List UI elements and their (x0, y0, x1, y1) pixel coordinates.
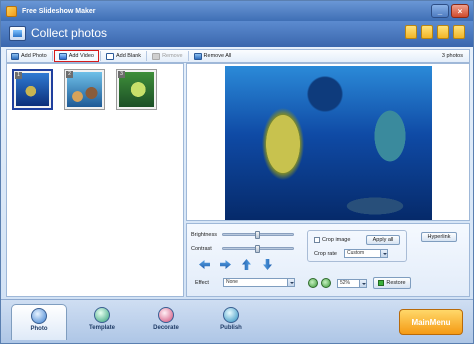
preview-panel (186, 63, 470, 221)
crop-group: Crop image Apply all Crop rate Custom (307, 230, 407, 262)
minimize-button[interactable]: _ (431, 4, 449, 18)
app-logo-icon (6, 5, 17, 17)
header-tools (405, 25, 465, 39)
restore-button[interactable]: Restore (373, 277, 411, 289)
toolbar-separator (187, 51, 189, 61)
bottom-nav: Photo Template Decorate Publish MainMenu (1, 299, 473, 343)
title-bar: Free Slideshow Maker _ × (1, 1, 473, 21)
zoom-value: 52% (340, 280, 351, 286)
nav-template-label: Template (89, 325, 115, 331)
chevron-down-icon (359, 280, 366, 287)
toolbar-separator (146, 51, 148, 61)
transform-buttons (199, 260, 273, 269)
page-title: Collect photos (31, 26, 108, 40)
add-video-icon (58, 52, 67, 60)
thumbnail-1[interactable]: 1 (12, 69, 53, 110)
add-video-label: Add Video (68, 53, 94, 59)
main-menu-label: MainMenu (411, 317, 451, 327)
rotate-right-icon[interactable] (220, 260, 231, 269)
restore-label: Restore (386, 280, 406, 286)
main-menu-button[interactable]: MainMenu (399, 309, 463, 335)
brightness-knob[interactable] (255, 231, 260, 239)
remove-label: Remove (162, 53, 183, 59)
flip-vertical-icon[interactable] (242, 259, 251, 270)
restore-icon (378, 280, 385, 286)
contrast-slider[interactable] (222, 245, 294, 253)
photo-icon (31, 308, 47, 324)
nav-publish[interactable]: Publish (203, 304, 259, 340)
crop-image-checkbox[interactable] (314, 237, 320, 243)
preview-image (225, 66, 432, 220)
nav-photo[interactable]: Photo (11, 304, 67, 340)
effect-value: None (226, 279, 238, 285)
zoom-select[interactable]: 52% (337, 279, 367, 288)
nav-decorate[interactable]: Decorate (138, 304, 194, 340)
add-blank-icon (105, 52, 114, 60)
thumbnail-3[interactable]: 3 (116, 69, 157, 110)
hyperlink-label: Hyperlink (427, 234, 451, 240)
apply-all-button[interactable]: Apply all (366, 235, 400, 245)
brightness-label: Brightness (191, 232, 217, 238)
crop-rate-label: Crop rate (314, 251, 337, 257)
help-icon[interactable] (437, 25, 449, 39)
photo-count: 3 photos (441, 53, 463, 59)
page-header: Collect photos (1, 21, 473, 47)
apply-all-label: Apply all (372, 237, 394, 243)
rotate-left-icon[interactable] (199, 260, 210, 269)
nav-photo-label: Photo (30, 326, 48, 332)
window-controls: _ × (431, 4, 469, 18)
publish-icon (223, 307, 239, 323)
crop-image-label: Crop image (322, 237, 351, 243)
add-blank-button[interactable]: Add Blank (102, 50, 145, 62)
thumbnail-number: 2 (66, 71, 73, 78)
toolbar-separator (51, 51, 53, 61)
nav-publish-label: Publish (220, 325, 242, 331)
brightness-slider[interactable] (222, 231, 294, 239)
hyperlink-button[interactable]: Hyperlink (421, 232, 457, 242)
crop-rate-value: Custom (347, 250, 365, 256)
add-photo-button[interactable]: Add Photo (7, 50, 51, 62)
folder-icon[interactable] (405, 25, 417, 39)
zoom-out-icon[interactable] (321, 278, 331, 288)
info-icon[interactable] (453, 25, 465, 39)
chevron-down-icon (380, 250, 387, 257)
remove-all-button[interactable]: Remove All (190, 50, 236, 62)
contrast-label: Contrast (191, 246, 212, 252)
thumbnail-number: 3 (118, 71, 125, 78)
thumbnail-2[interactable]: 2 (64, 69, 105, 110)
template-icon (94, 307, 110, 323)
flip-horizontal-icon[interactable] (263, 259, 272, 270)
thumbnail-panel: 1 2 3 (6, 63, 184, 297)
adjustment-panel: Brightness Contrast Effect None Crop ima… (186, 223, 470, 297)
close-button[interactable]: × (451, 4, 469, 18)
add-video-button[interactable]: Add Video (53, 50, 99, 62)
decorate-icon (158, 307, 174, 323)
crop-rate-select[interactable]: Custom (344, 249, 388, 258)
window-title: Free Slideshow Maker (22, 7, 96, 15)
chevron-down-icon (287, 279, 294, 286)
remove-all-icon (193, 52, 202, 60)
add-photo-icon (11, 52, 19, 60)
nav-decorate-label: Decorate (153, 325, 179, 331)
effect-select[interactable]: None (223, 278, 295, 287)
thumbnail-number: 1 (15, 72, 22, 79)
contrast-knob[interactable] (255, 245, 260, 253)
app-window: Free Slideshow Maker _ × Collect photos … (0, 0, 474, 344)
zoom-in-icon[interactable] (308, 278, 318, 288)
remove-button[interactable]: Remove (148, 50, 186, 62)
toolbar-separator (99, 51, 101, 61)
remove-icon (152, 52, 161, 60)
nav-template[interactable]: Template (74, 304, 130, 340)
settings-icon[interactable] (421, 25, 433, 39)
add-blank-label: Add Blank (115, 53, 142, 59)
remove-all-label: Remove All (203, 53, 232, 59)
photos-icon (9, 26, 26, 41)
photo-toolbar: Add Photo Add Video Add Blank Remove Rem… (6, 49, 470, 63)
add-photo-label: Add Photo (21, 53, 47, 59)
effect-label: Effect (195, 280, 209, 286)
